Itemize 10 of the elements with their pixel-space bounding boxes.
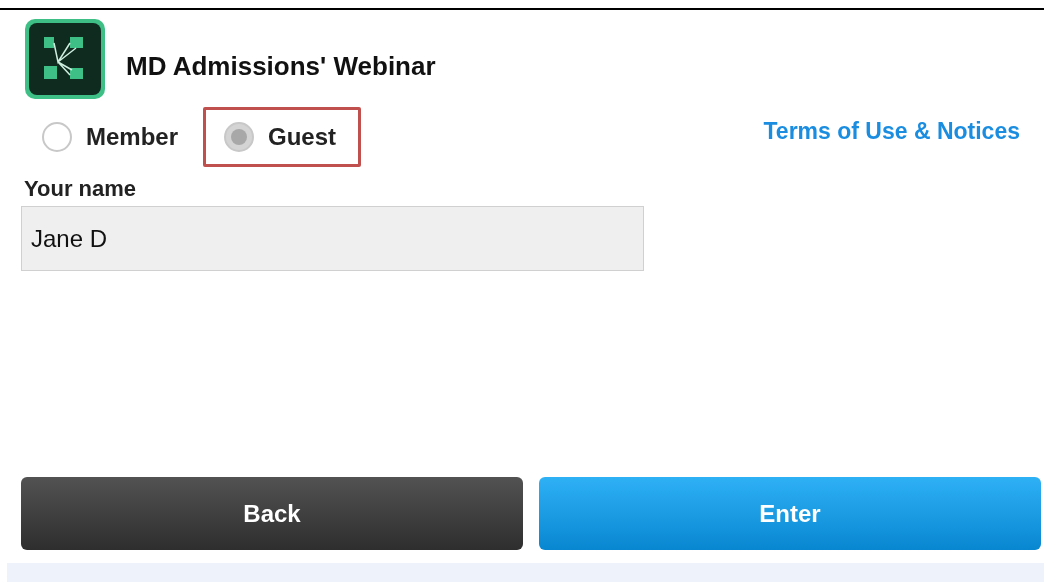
name-input[interactable]: Jane D xyxy=(21,206,644,271)
back-button[interactable]: Back xyxy=(21,477,523,550)
terms-link[interactable]: Terms of Use & Notices xyxy=(763,117,1020,145)
radio-icon xyxy=(224,122,255,152)
app-logo-icon xyxy=(24,18,106,100)
radio-icon xyxy=(42,122,72,152)
webinar-title: MD Admissions' Webinar xyxy=(126,50,436,82)
field-label: Your name xyxy=(23,175,138,202)
radio-option[interactable]: Member xyxy=(21,107,204,167)
highlighted-radio-option[interactable]: Guest xyxy=(203,107,362,167)
